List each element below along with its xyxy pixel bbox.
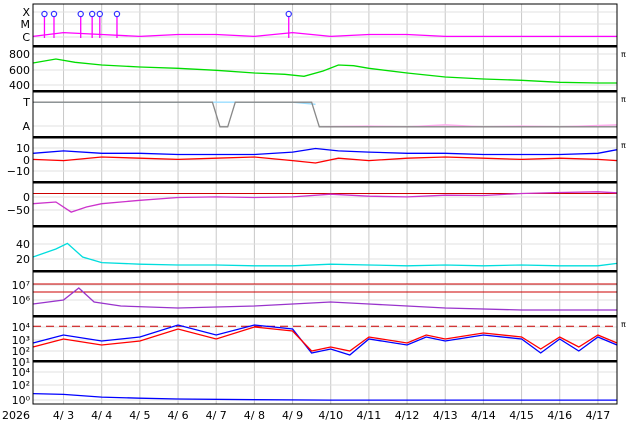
proton-flux-series-line xyxy=(32,287,617,311)
space-weather-chart: XMC800600400TA100−100−50402010⁷10⁶10⁴10³… xyxy=(2,3,626,422)
x-tick-label: 4/14 xyxy=(471,409,496,422)
x-tick-label: 4/ 3 xyxy=(53,409,74,422)
solar-wind-speed-tick-label: 600 xyxy=(9,64,30,77)
x-tick-label: 4/ 4 xyxy=(91,409,112,422)
x-tick-label: 4/17 xyxy=(586,409,611,422)
solar-wind-speed-tick-label: 800 xyxy=(9,48,30,61)
dst-tick-label: −50 xyxy=(7,204,30,217)
flare-marker xyxy=(41,10,48,18)
imf-direction-panel-frame xyxy=(32,91,618,138)
x-tick-label: 4/16 xyxy=(547,409,572,422)
flare-marker xyxy=(88,10,96,18)
right-marker: π xyxy=(621,141,626,150)
right-marker: π xyxy=(621,50,626,59)
x-tick-label: 4/10 xyxy=(318,409,343,422)
dst-panel-frame xyxy=(32,182,618,227)
solar-wind-speed-tick-label: 400 xyxy=(9,79,30,92)
imf-direction-tick-label: T xyxy=(22,96,30,109)
x-tick-label: 4/ 5 xyxy=(129,409,150,422)
electron-fluence-series-line xyxy=(32,392,617,401)
flare-marker xyxy=(285,10,292,18)
flare-marker xyxy=(96,10,103,18)
dst-tick-label: 0 xyxy=(23,191,30,204)
x-tick-label: 4/11 xyxy=(357,409,382,422)
xray-class-tick-label: C xyxy=(22,31,30,44)
flare-marker xyxy=(113,10,121,18)
xray-class-series-line xyxy=(32,31,617,38)
dst-series-line xyxy=(32,191,618,213)
solar-wind-speed-series-line xyxy=(32,58,617,84)
electron-fluence-tick-label: 10² xyxy=(12,379,30,392)
electron-fluence-tick-label: 10⁴ xyxy=(12,366,31,379)
density-tick-label: 40 xyxy=(16,238,30,251)
flare-marker xyxy=(50,10,58,18)
proton-flux-tick-label: 10⁷ xyxy=(12,279,30,292)
x-tick-label: 4/ 6 xyxy=(167,409,188,422)
x-tick-label: 4/ 8 xyxy=(244,409,265,422)
imf-bt-bz-tick-label: −10 xyxy=(7,165,30,178)
x-tick-label: 4/13 xyxy=(433,409,458,422)
density-tick-label: 20 xyxy=(16,253,30,266)
proton-flux-tick-label: 10⁶ xyxy=(12,294,31,307)
x-tick-label: 4/ 9 xyxy=(282,409,303,422)
electron-flux-tick-label: 10⁴ xyxy=(12,321,31,334)
xray-class-tick-label: M xyxy=(21,18,31,31)
year-label: 2026 xyxy=(2,409,30,422)
xray-class-panel-frame xyxy=(32,3,618,47)
flare-marker xyxy=(77,10,84,18)
x-tick-label: 4/ 7 xyxy=(206,409,227,422)
density-series-line xyxy=(32,242,618,267)
x-tick-label: 4/15 xyxy=(509,409,534,422)
imf-bt-bz-series-line xyxy=(32,147,618,156)
x-tick-label: 4/12 xyxy=(395,409,420,422)
electron-fluence-tick-label: 10⁰ xyxy=(12,394,31,407)
right-marker: π xyxy=(621,95,626,104)
imf-direction-series-line xyxy=(33,101,617,128)
right-marker: π xyxy=(621,320,626,329)
imf-direction-tick-label: A xyxy=(22,120,30,133)
